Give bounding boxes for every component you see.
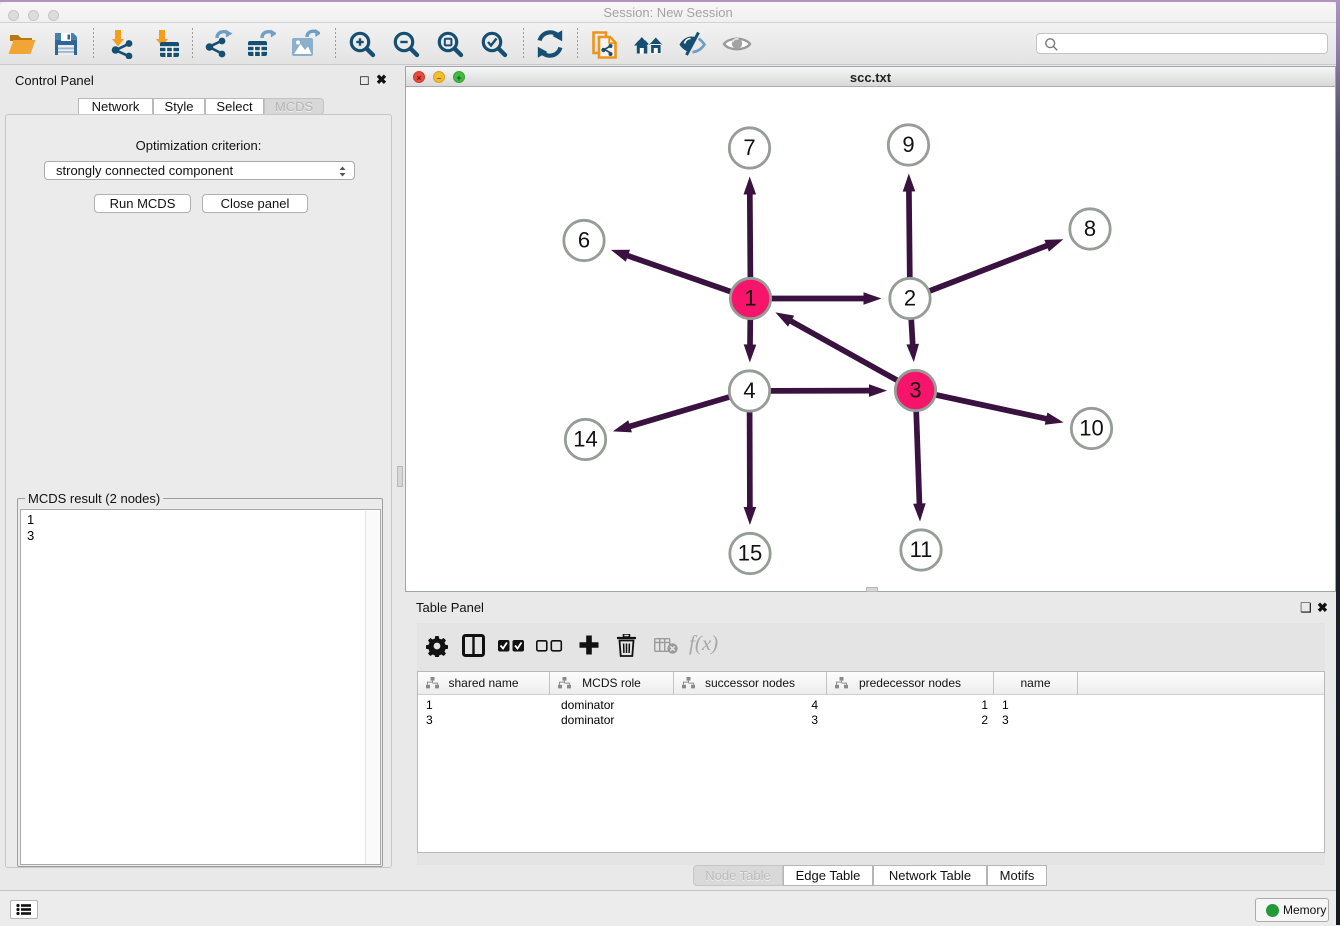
svg-text:1: 1: [744, 286, 756, 311]
svg-text:15: 15: [738, 541, 762, 566]
svg-text:2: 2: [904, 286, 916, 311]
svg-text:8: 8: [1084, 216, 1096, 241]
svg-text:11: 11: [910, 537, 933, 562]
svg-text:14: 14: [573, 427, 597, 452]
svg-text:7: 7: [743, 135, 755, 160]
svg-text:9: 9: [902, 132, 914, 157]
svg-text:10: 10: [1079, 416, 1103, 441]
svg-text:4: 4: [743, 378, 755, 403]
svg-text:3: 3: [909, 378, 921, 403]
svg-text:6: 6: [578, 228, 590, 253]
